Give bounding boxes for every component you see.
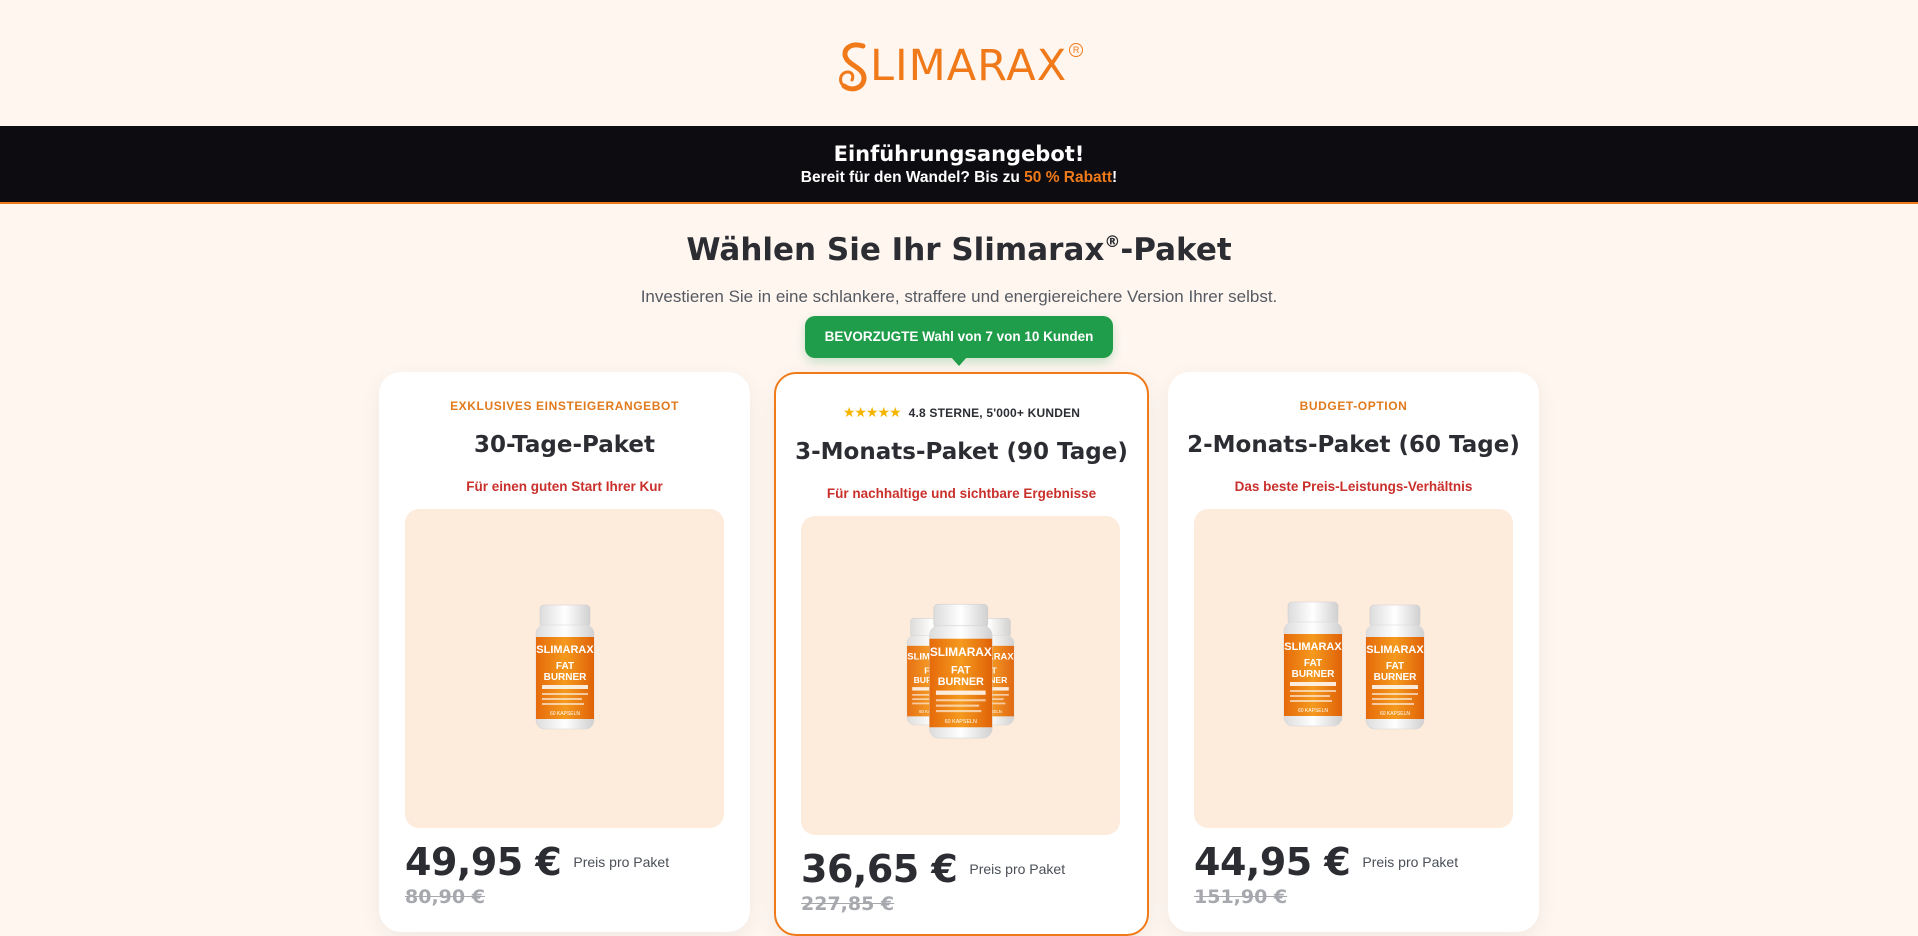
- svg-text:SLIMARAX: SLIMARAX: [536, 644, 594, 656]
- registered-mark: R: [1069, 43, 1084, 57]
- rating-text: 4.8 STERNE, 5'000+ KUNDEN: [908, 405, 1081, 420]
- bottle-group: SLIMARAX FAT BURNER 60 KAPSELN SLIMARAX …: [897, 602, 1025, 750]
- svg-text:60 KAPSELN: 60 KAPSELN: [1379, 711, 1409, 717]
- svg-text:FAT: FAT: [555, 661, 573, 672]
- svg-text:BURNER: BURNER: [937, 676, 983, 688]
- package-card-30-days[interactable]: EXKLUSIVES EINSTEIGERANGEBOT 30-Tage-Pak…: [379, 372, 750, 932]
- banner-title: Einführungsangebot!: [833, 142, 1085, 166]
- svg-text:BURNER: BURNER: [1291, 669, 1335, 680]
- section-subheading: Investieren Sie in eine schlankere, stra…: [640, 287, 1278, 306]
- product-bottle-icon: SLIMARAX FAT BURNER 60 KAPSELN: [928, 603, 993, 739]
- product-bottle-icon: SLIMARAX FAT BURNER 60 KAPSELN: [535, 604, 594, 729]
- heading-suffix: -Paket: [1120, 232, 1232, 268]
- price-row: 49,95 € Preis pro Paket: [405, 840, 669, 884]
- price-row: 44,95 € Preis pro Paket: [1194, 840, 1458, 884]
- site-header: LIMARAX R: [0, 0, 1918, 126]
- svg-text:60 KAPSELN: 60 KAPSELN: [944, 719, 976, 725]
- slimarax-leaf-s-logo-icon: [839, 42, 867, 92]
- banner-sub-prefix: Bereit für den Wandel? Bis zu: [800, 169, 1025, 186]
- svg-text:SLIMARAX: SLIMARAX: [1366, 644, 1424, 656]
- product-bottle-icon: SLIMARAX FAT BURNER 60 KAPSELN: [1283, 601, 1342, 727]
- banner-subtitle: Bereit für den Wandel? Bis zu 50 % Rabat…: [0, 168, 1918, 188]
- svg-text:FAT: FAT: [1385, 661, 1403, 672]
- price-row: 36,65 € Preis pro Paket: [801, 847, 1065, 891]
- package-card-60-days[interactable]: BUDGET-OPTION 2-Monats-Paket (60 Tage) D…: [1168, 372, 1539, 932]
- card-tag: BUDGET-OPTION: [1299, 399, 1408, 413]
- price-note: Preis pro Paket: [1362, 854, 1459, 870]
- card-tag: EXKLUSIVES EINSTEIGERANGEBOT: [450, 399, 679, 413]
- package-price: 49,95 €: [405, 840, 562, 884]
- svg-text:60 KAPSELN: 60 KAPSELN: [1297, 708, 1327, 714]
- old-price: 80,90 €: [405, 886, 485, 908]
- svg-text:SLIMARAX: SLIMARAX: [1284, 641, 1342, 653]
- svg-text:60 KAPSELN: 60 KAPSELN: [549, 711, 579, 717]
- card-title: 3-Monats-Paket (90 Tage): [795, 439, 1128, 465]
- svg-text:BURNER: BURNER: [543, 672, 587, 683]
- product-image: SLIMARAX FAT BURNER 60 KAPSELN: [405, 509, 724, 828]
- card-subtitle: Für nachhaltige und sichtbare Ergebnisse: [826, 486, 1097, 501]
- product-image: SLIMARAX FAT BURNER 60 KAPSELN SLIMARAX …: [1194, 509, 1513, 828]
- svg-text:FAT: FAT: [951, 664, 971, 676]
- svg-text:BURNER: BURNER: [1373, 672, 1417, 683]
- card-title: 30-Tage-Paket: [473, 432, 656, 458]
- package-price: 44,95 €: [1194, 840, 1351, 884]
- card-subtitle: Das beste Preis-Leistungs-Verhältnis: [1234, 479, 1473, 494]
- bottle-group: SLIMARAX FAT BURNER 60 KAPSELN: [530, 603, 600, 735]
- section-heading: Wählen Sie Ihr Slimarax®-Paket: [0, 232, 1918, 268]
- promo-banner: Einführungsangebot! Bereit für den Wande…: [0, 126, 1918, 204]
- bottle-group: SLIMARAX FAT BURNER 60 KAPSELN SLIMARAX …: [1278, 600, 1430, 737]
- brand-name: LIMARAX: [870, 40, 1068, 91]
- banner-sub-suffix: !: [1112, 169, 1118, 186]
- product-image: SLIMARAX FAT BURNER 60 KAPSELN SLIMARAX …: [801, 516, 1120, 835]
- heading-reg: ®: [1104, 231, 1121, 251]
- rating-row: ★★★★★ 4.8 STERNE, 5'000+ KUNDEN: [776, 404, 1147, 421]
- product-bottle-icon: SLIMARAX FAT BURNER 60 KAPSELN: [1365, 604, 1424, 729]
- card-title: 2-Monats-Paket (60 Tage): [1187, 432, 1520, 458]
- heading-main: Wählen Sie Ihr Slimarax: [686, 232, 1105, 268]
- price-note: Preis pro Paket: [573, 854, 670, 870]
- package-card-90-days[interactable]: ★★★★★ 4.8 STERNE, 5'000+ KUNDEN 3-Monats…: [774, 372, 1149, 936]
- card-subtitle: Für einen guten Start Ihrer Kur: [466, 479, 663, 494]
- svg-text:FAT: FAT: [1303, 658, 1321, 669]
- package-price: 36,65 €: [801, 847, 958, 891]
- price-note: Preis pro Paket: [969, 861, 1066, 877]
- svg-text:SLIMARAX: SLIMARAX: [930, 645, 992, 659]
- old-price: 151,90 €: [1194, 886, 1288, 908]
- banner-discount: 50 % Rabatt: [1024, 169, 1113, 186]
- popular-choice-badge: BEVORZUGTE Wahl von 7 von 10 Kunden: [805, 316, 1113, 366]
- rating-stars-icon: ★★★★★: [842, 404, 902, 420]
- brand-logo[interactable]: LIMARAX R: [836, 38, 1084, 94]
